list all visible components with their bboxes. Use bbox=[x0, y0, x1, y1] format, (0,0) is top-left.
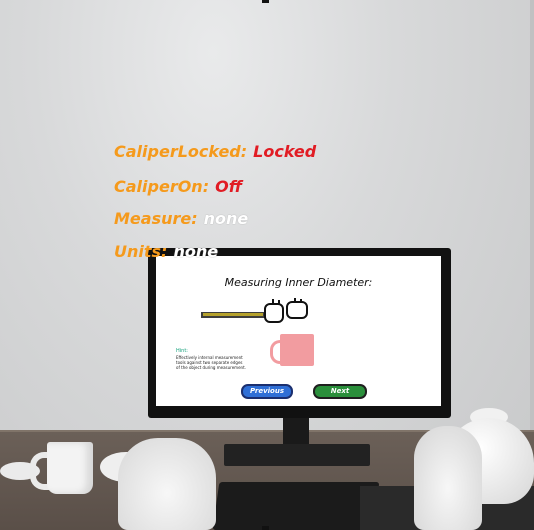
hud-caliper-on-value: Off bbox=[215, 177, 243, 196]
mug-icon bbox=[280, 334, 314, 366]
monitor-stand-neck bbox=[283, 418, 309, 446]
hud-measure-value: none bbox=[203, 209, 249, 228]
hud-measure-label: Measure: bbox=[114, 209, 198, 228]
hud-caliper-locked-value: Locked bbox=[253, 142, 317, 161]
monitor-stand-base bbox=[224, 444, 370, 466]
hud-caliper-locked: CaliperLocked: Locked bbox=[114, 142, 316, 161]
hud-units-label: Units: bbox=[114, 242, 168, 261]
left-vr-hand bbox=[118, 438, 216, 530]
hud-caliper-on-label: CaliperOn: bbox=[114, 177, 210, 196]
hud-caliper-on: CaliperOn: Off bbox=[114, 177, 242, 196]
hud-caliper-locked-label: CaliperLocked: bbox=[114, 142, 248, 161]
caliper-scale-icon bbox=[203, 313, 263, 316]
hint-text: Effectively internal measurement tools a… bbox=[176, 355, 246, 370]
screen-title: Measuring Inner Diameter: bbox=[224, 276, 373, 289]
monitor: Measuring Inner Diameter: Hint: Effectiv… bbox=[148, 248, 451, 418]
monitor-screen: Measuring Inner Diameter: Hint: Effectiv… bbox=[156, 256, 441, 406]
capture-marker-top bbox=[262, 0, 269, 3]
desk-mug[interactable] bbox=[47, 442, 93, 494]
capture-marker-bottom bbox=[262, 526, 269, 530]
hud-measure: Measure: none bbox=[114, 209, 248, 228]
hud-units: Units: none bbox=[114, 242, 218, 261]
hud-units-value: none bbox=[173, 242, 219, 261]
previous-button[interactable]: Previous bbox=[241, 384, 293, 399]
right-vr-hand bbox=[414, 426, 482, 530]
hint-label: Hint: bbox=[176, 348, 188, 354]
keyboard bbox=[212, 482, 380, 530]
pointing-hand-icon bbox=[264, 298, 308, 323]
next-button[interactable]: Next bbox=[313, 384, 367, 399]
